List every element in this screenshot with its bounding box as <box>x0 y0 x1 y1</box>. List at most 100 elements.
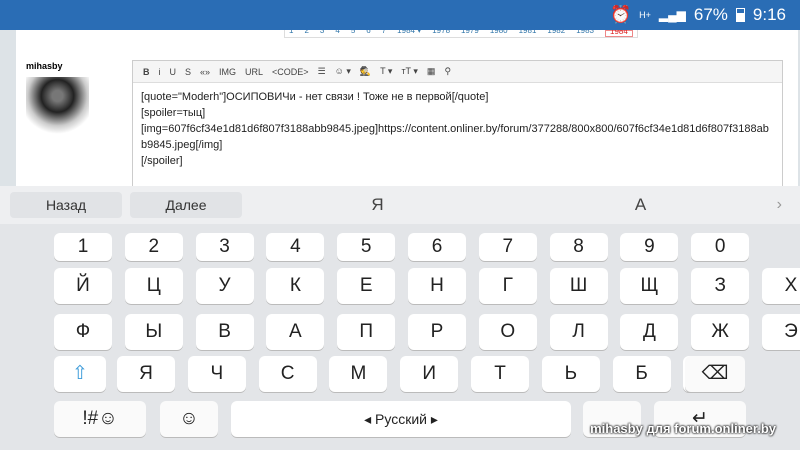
key-И[interactable]: И <box>400 356 459 392</box>
page-link[interactable]: 1981 <box>519 30 537 37</box>
key-Я[interactable]: Я <box>117 356 175 392</box>
page-current[interactable]: 1984 <box>605 30 633 37</box>
key-Э[interactable]: Э <box>762 314 800 350</box>
toolbar-button[interactable]: URL <box>245 67 263 77</box>
toolbar-button[interactable]: 🕵 <box>360 66 371 77</box>
key-В[interactable]: В <box>195 314 254 350</box>
key-Х[interactable]: Х <box>762 268 800 304</box>
key-7[interactable]: 7 <box>478 233 537 261</box>
toolbar-button[interactable]: ▦ <box>427 66 436 77</box>
space-key[interactable]: ◂ Русский ▸ <box>231 401 571 437</box>
page-link[interactable]: 2 <box>304 30 308 37</box>
key-8[interactable]: 8 <box>549 233 608 261</box>
key-Ы[interactable]: Ы <box>124 314 183 350</box>
key-К[interactable]: К <box>266 268 325 304</box>
editor-toolbar: Bi U S «» IMG URL <CODE> ☰ ☺ ▾ 🕵 T ▾ тT ▾ ▦ ⚲ <box>133 61 782 83</box>
page-link[interactable]: 3 <box>320 30 324 37</box>
suggestion[interactable]: А <box>513 195 768 215</box>
toolbar-button[interactable]: i <box>159 67 161 77</box>
editor-line: [img=607f6cf34e1d81d6f807f3188abb9845.jp… <box>141 123 769 151</box>
key-9[interactable]: 9 <box>620 233 679 261</box>
toolbar-button[interactable]: тT ▾ <box>401 66 417 77</box>
page-link[interactable]: 4 <box>335 30 339 37</box>
key-Щ[interactable]: Щ <box>620 268 679 304</box>
message-textarea[interactable]: [quote="Moderh"]ОСИПОВИЧи - нет связи ! … <box>133 83 782 175</box>
toolbar-button[interactable]: IMG <box>219 67 236 77</box>
key-З[interactable]: З <box>691 268 750 304</box>
key-Ж[interactable]: Ж <box>691 314 750 350</box>
key-Т[interactable]: Т <box>471 356 529 392</box>
keyboard: Назад Далее Я А › 1234567890 ЙЦУКЕНГШЩЗХ Ф… <box>0 186 800 450</box>
page-link[interactable]: 1978 <box>432 30 450 37</box>
key-3[interactable]: 3 <box>195 233 254 261</box>
toolbar-button[interactable]: T ▾ <box>380 66 392 77</box>
key-0[interactable]: 0 <box>691 233 750 261</box>
page-link[interactable]: 1984 ▾ <box>397 30 421 37</box>
key-1[interactable]: 1 <box>54 233 112 261</box>
battery-icon <box>735 8 745 22</box>
key-Е[interactable]: Е <box>337 268 396 304</box>
battery-percent: 67% <box>693 5 728 24</box>
emoji-key[interactable]: ☺ <box>160 401 218 437</box>
page-link[interactable]: 1 <box>289 30 293 37</box>
post-editor: Bi U S «» IMG URL <CODE> ☰ ☺ ▾ 🕵 T ▾ тT ▾ ▦ ⚲ [quote=… <box>132 60 783 190</box>
key-Ч[interactable]: Ч <box>187 356 246 392</box>
page-link[interactable]: 7 <box>382 30 386 37</box>
key-Й[interactable]: Й <box>54 268 112 304</box>
page-link[interactable]: 1980 <box>490 30 508 37</box>
editor-line: [spoiler=тыц] <box>141 107 206 119</box>
key-4[interactable]: 4 <box>266 233 325 261</box>
back-button[interactable]: Назад <box>10 192 122 218</box>
avatar <box>26 77 89 140</box>
key-Р[interactable]: Р <box>408 314 466 350</box>
key-6[interactable]: 6 <box>408 233 466 261</box>
pagination: 1 2 3 4 5 6 7 1984 ▾ 1978 1979 1980 1981 1982 1983 198… <box>284 30 638 38</box>
key-Ф[interactable]: Ф <box>54 314 112 350</box>
key-Ш[interactable]: Ш <box>549 268 608 304</box>
suggestion-bar: Назад Далее Я А › <box>0 186 800 224</box>
toolbar-button[interactable]: U <box>170 67 177 77</box>
toolbar-button[interactable]: ⚲ <box>444 66 451 77</box>
suggestion[interactable]: Я <box>250 195 505 215</box>
toolbar-button[interactable]: «» <box>200 67 210 77</box>
signal-icon: ▂▄▆ <box>658 8 686 22</box>
key-Г[interactable]: Г <box>478 268 537 304</box>
page-link[interactable]: 1982 <box>547 30 565 37</box>
toolbar-button[interactable]: ☰ <box>318 66 326 77</box>
key-О[interactable]: О <box>478 314 537 350</box>
key-Ц[interactable]: Ц <box>124 268 183 304</box>
chevron-right-icon[interactable]: › <box>777 196 800 214</box>
key-Б[interactable]: Б <box>612 356 671 392</box>
shift-key[interactable]: ⇧ <box>54 356 106 392</box>
key-А[interactable]: А <box>266 314 325 350</box>
next-button[interactable]: Далее <box>130 192 242 218</box>
editor-line: [quote="Moderh"]ОСИПОВИЧи - нет связи ! … <box>141 91 489 103</box>
key-2[interactable]: 2 <box>124 233 183 261</box>
toolbar-button[interactable]: <CODE> <box>272 67 309 77</box>
key-Л[interactable]: Л <box>549 314 608 350</box>
page-link[interactable]: 1983 <box>576 30 594 37</box>
forum-page: 1 2 3 4 5 6 7 1984 ▾ 1978 1979 1980 1981 1982 1983 198… <box>0 30 800 190</box>
network-type: H+ <box>639 9 651 20</box>
key-Н[interactable]: Н <box>408 268 466 304</box>
page-link[interactable]: 6 <box>366 30 370 37</box>
toolbar-button[interactable]: S <box>185 67 191 77</box>
editor-line: [/spoiler] <box>141 155 183 167</box>
watermark: mihasby для forum.onliner.by <box>590 421 776 436</box>
key-Д[interactable]: Д <box>620 314 679 350</box>
username[interactable]: mihasby <box>26 61 63 71</box>
page-link[interactable]: 5 <box>351 30 355 37</box>
page-link[interactable]: 1979 <box>461 30 479 37</box>
key-М[interactable]: М <box>329 356 388 392</box>
key-С[interactable]: С <box>258 356 317 392</box>
key-5[interactable]: 5 <box>337 233 396 261</box>
key-Ь[interactable]: Ь <box>541 356 600 392</box>
toolbar-button[interactable]: ☺ ▾ <box>335 66 351 77</box>
clock: 9:16 <box>752 5 786 24</box>
toolbar-button[interactable]: B <box>143 67 150 77</box>
key-У[interactable]: У <box>195 268 254 304</box>
backspace-key[interactable]: ⌫ <box>685 356 745 392</box>
symbols-key[interactable]: !#☺ <box>54 401 146 437</box>
status-bar: ⏰ H+ ▂▄▆ 67% 9:16 <box>0 0 800 30</box>
key-П[interactable]: П <box>337 314 396 350</box>
